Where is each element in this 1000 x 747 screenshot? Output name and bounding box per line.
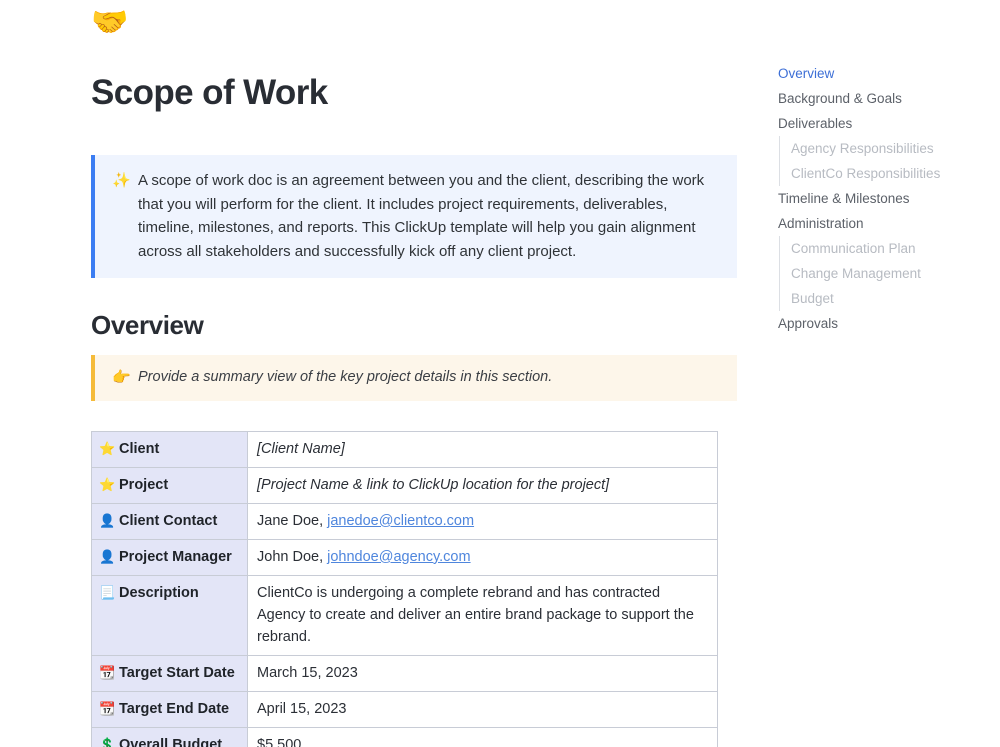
table-row: ⭐ Client [Client Name]	[91, 430, 718, 468]
table-row-value: ClientCo is undergoing a complete rebran…	[257, 584, 694, 645]
toc-item-overview[interactable]: Overview	[778, 61, 988, 86]
toc-item-deliverables[interactable]: Deliverables	[778, 111, 988, 136]
table-row-label-cell: 👤 Client Contact	[91, 502, 248, 540]
section-heading-overview: Overview	[91, 310, 204, 341]
toc-subgroup: Agency Responsibilities ClientCo Responsi…	[779, 136, 988, 186]
table-row-value: $5,500	[257, 736, 302, 747]
document-page: 🤝 Scope of Work ✨ A scope of work doc is…	[0, 0, 1000, 747]
table-row-value-cell: April 15, 2023	[247, 690, 718, 728]
person-emoji: 👤	[99, 512, 116, 528]
toc-item-change-management[interactable]: Change Management	[780, 261, 988, 286]
calendar-emoji: 📆	[99, 700, 116, 716]
table-row-value-cell: $5,500	[247, 726, 718, 747]
email-link[interactable]: janedoe@clientco.com	[327, 513, 474, 529]
table-row-label-cell: 📃 Description	[91, 574, 248, 656]
overview-hint-text: Provide a summary view of the key projec…	[138, 369, 553, 386]
table-row-value-cell: ClientCo is undergoing a complete rebran…	[247, 574, 718, 656]
table-row: 💲 Overall Budget $5,500	[91, 726, 718, 747]
contact-name: John Doe,	[257, 548, 328, 565]
table-row-label-cell: ⭐ Client	[91, 430, 248, 468]
table-row-label-cell: 👤 Project Manager	[91, 538, 248, 576]
toc-subgroup: Communication Plan Change Management Budge…	[779, 236, 988, 311]
toc-item-approvals[interactable]: Approvals	[778, 311, 988, 336]
toc-item-budget[interactable]: Budget	[780, 286, 988, 311]
table-row-label: Client Contact	[119, 512, 218, 529]
toc-item-communication-plan[interactable]: Communication Plan	[780, 236, 988, 261]
table-row: 📆 Target Start Date March 15, 2023	[91, 654, 718, 692]
page-emoji: 📃	[99, 584, 116, 600]
table-row-value: April 15, 2023	[257, 700, 347, 717]
project-details-table: ⭐ Client [Client Name] ⭐ Project [Project Nam…	[91, 430, 718, 747]
table-row: 👤 Client Contact Jane Doe, janedoe@clientc…	[91, 502, 718, 540]
table-row-label-cell: ⭐ Project	[91, 466, 248, 504]
toc-item-background-goals[interactable]: Background & Goals	[778, 86, 988, 111]
table-row-value: [Project Name & link to ClickUp location…	[257, 476, 610, 493]
star-emoji: ⭐	[99, 440, 116, 456]
table-row-label-cell: 📆 Target Start Date	[91, 654, 248, 692]
toc-item-timeline-milestones[interactable]: Timeline & Milestones	[778, 186, 988, 211]
table-row-value-cell: John Doe, johndoe@agency.com	[247, 538, 718, 576]
intro-callout-text: A scope of work doc is an agreement betw…	[138, 172, 705, 260]
table-row-value-cell: [Project Name & link to ClickUp location…	[247, 466, 718, 504]
table-row-label: Project Manager	[119, 548, 232, 565]
table-row: ⭐ Project [Project Name & link to ClickUp …	[91, 466, 718, 504]
table-row-value-cell: [Client Name]	[247, 430, 718, 468]
email-link[interactable]: johndoe@agency.com	[327, 549, 470, 565]
table-row-label: Project	[119, 476, 169, 493]
table-row-value: [Client Name]	[257, 440, 345, 457]
toc-item-clientco-responsibilities[interactable]: ClientCo Responsibilities	[780, 161, 988, 186]
table-row-label: Description	[119, 584, 199, 601]
table-row-label-cell: 📆 Target End Date	[91, 690, 248, 728]
contact-name: Jane Doe,	[257, 512, 328, 529]
table-row-label: Client	[119, 440, 160, 457]
page-title: Scope of Work	[91, 73, 328, 112]
table-of-contents[interactable]: Overview Background & Goals Deliverables Ag…	[778, 61, 988, 336]
person-emoji: 👤	[99, 548, 116, 564]
pointing-right-emoji: 👉	[112, 369, 131, 387]
intro-callout: ✨ A scope of work doc is an agreement be…	[91, 155, 737, 279]
overview-hint-callout: 👉 Provide a summary view of the key proj…	[91, 355, 737, 401]
table-row-label: Overall Budget	[119, 736, 223, 747]
dollar-emoji: 💲	[99, 736, 116, 747]
table-row-value: March 15, 2023	[257, 664, 358, 681]
document-body: 🤝 Scope of Work ✨ A scope of work doc is…	[91, 0, 737, 747]
toc-item-administration[interactable]: Administration	[778, 211, 988, 236]
table-row-label: Target End Date	[119, 700, 230, 717]
handshake-emoji: 🤝	[91, 6, 129, 39]
table-row: 📆 Target End Date April 15, 2023	[91, 690, 718, 728]
table-row: 📃 Description ClientCo is undergoing a com…	[91, 574, 718, 656]
calendar-emoji: 📆	[99, 664, 116, 680]
table-row-value-cell: March 15, 2023	[247, 654, 718, 692]
table-row: 👤 Project Manager John Doe, johndoe@agency…	[91, 538, 718, 576]
table-row-label-cell: 💲 Overall Budget	[91, 726, 248, 747]
sparkles-emoji: ✨	[112, 172, 131, 190]
toc-item-agency-responsibilities[interactable]: Agency Responsibilities	[780, 136, 988, 161]
table-row-label: Target Start Date	[119, 664, 235, 681]
table-row-value-cell: Jane Doe, janedoe@clientco.com	[247, 502, 718, 540]
star-emoji: ⭐	[99, 476, 116, 492]
